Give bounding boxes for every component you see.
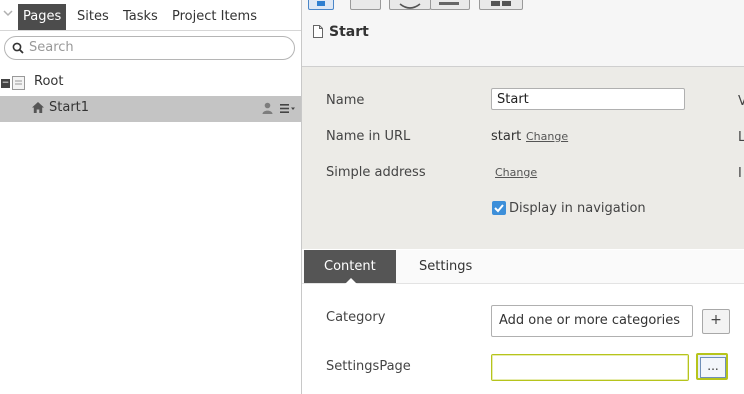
toolbar-button-add[interactable] [350, 0, 381, 10]
tab-sites[interactable]: Sites [72, 4, 114, 30]
name-field[interactable] [491, 88, 685, 110]
toolbar-button-history[interactable] [389, 0, 431, 10]
search-input[interactable] [29, 39, 284, 55]
toolbar-button-layout[interactable] [479, 0, 523, 10]
tree-node-label: Start1 [49, 100, 90, 115]
chevron-down-icon[interactable] [2, 6, 14, 20]
url-label: Name in URL [326, 129, 411, 144]
add-category-button[interactable]: + [702, 309, 730, 334]
page-properties: Name V Name in URL start Change L Simple… [302, 67, 744, 249]
collapse-icon[interactable]: − [1, 79, 10, 88]
tab-project-items[interactable]: Project Items [167, 4, 262, 30]
category-placeholder: Add one or more categories [499, 313, 681, 328]
editor-toolbar: Start [302, 0, 744, 67]
browse-button-label: ... [700, 357, 726, 378]
display-in-navigation-label: Display in navigation [509, 201, 646, 216]
toolbar-button-compare[interactable] [430, 0, 470, 10]
truncated-label: L [738, 130, 744, 145]
settings-page-label: SettingsPage [326, 359, 411, 374]
tree-node-root[interactable]: − Root [0, 70, 301, 96]
tab-pages[interactable]: Pages [18, 4, 67, 30]
search-icon [12, 42, 24, 54]
url-value: start [491, 129, 522, 144]
category-label: Category [326, 310, 386, 325]
simple-address-label: Simple address [326, 165, 426, 180]
truncated-label: V [738, 94, 744, 109]
document-icon [313, 25, 323, 38]
tree-node-start1[interactable]: Start1 [0, 96, 301, 122]
user-icon [262, 102, 273, 114]
editor-panel: Start Name V Name in URL start Change L … [302, 0, 744, 394]
toolbar-button-view[interactable] [308, 0, 334, 10]
name-label: Name [326, 93, 365, 108]
tab-tasks[interactable]: Tasks [118, 4, 163, 30]
content-tabbar: Content Settings [302, 250, 744, 284]
active-tab-indicator [345, 278, 357, 284]
search-box [4, 36, 295, 60]
change-address-link[interactable]: Change [495, 166, 537, 179]
tab-settings[interactable]: Settings [399, 250, 492, 283]
page-title: Start [329, 24, 369, 40]
context-menu-icon[interactable] [280, 103, 296, 114]
home-icon [31, 101, 45, 114]
change-url-link[interactable]: Change [526, 130, 568, 143]
truncated-label: I [738, 166, 742, 181]
left-tabbar: Pages Sites Tasks Project Items [0, 0, 301, 31]
browse-button[interactable]: ... [696, 353, 728, 380]
category-field[interactable]: Add one or more categories [491, 305, 693, 337]
page-tree-panel: Pages Sites Tasks Project Items − Root S… [0, 0, 302, 394]
tree-node-label: Root [34, 74, 64, 89]
page-icon [12, 76, 25, 90]
settings-page-field[interactable] [491, 354, 689, 381]
display-in-navigation-checkbox[interactable] [492, 201, 506, 215]
